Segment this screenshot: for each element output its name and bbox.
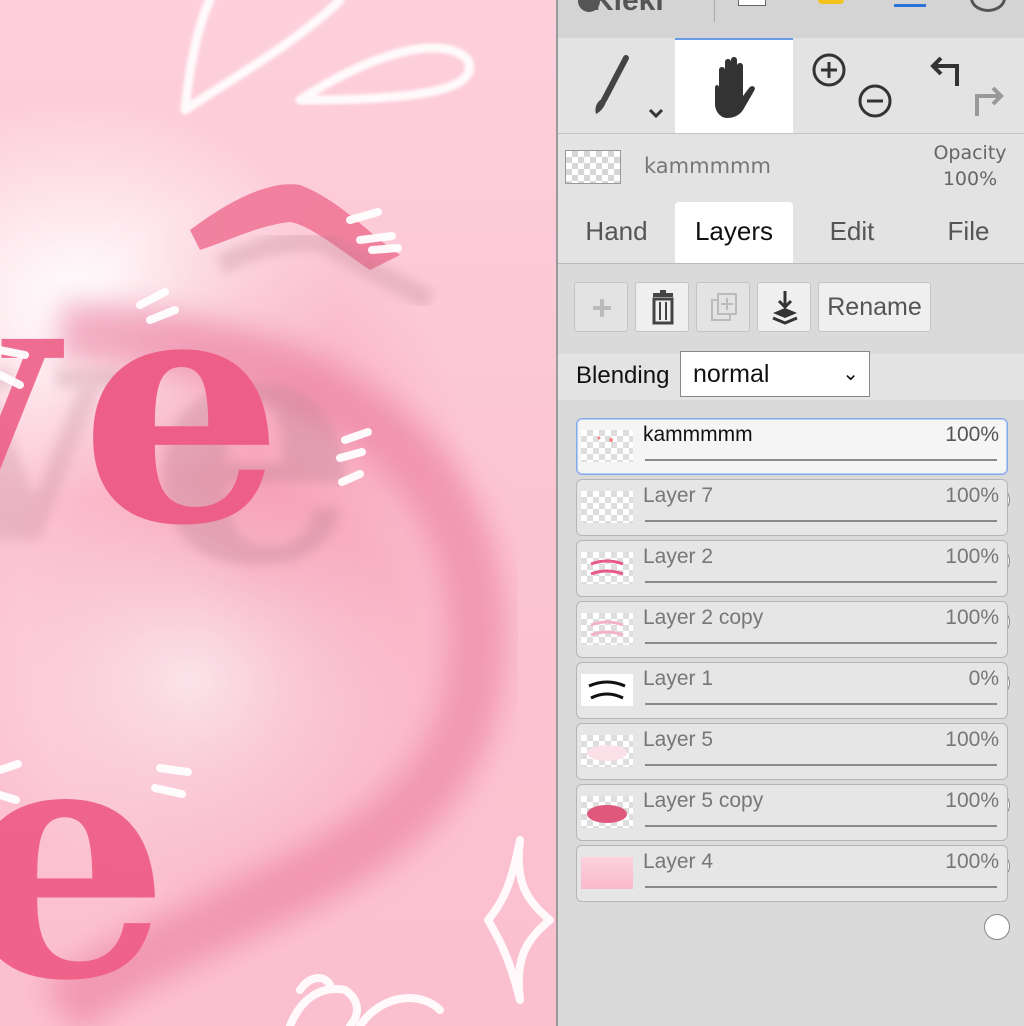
layer-thumbnail	[581, 491, 633, 523]
current-layer-name: kammmmm	[644, 154, 771, 178]
chevron-down-icon: ⌄	[842, 363, 859, 385]
layer-name: Layer 5 copy	[643, 789, 764, 812]
undo-redo-buttons[interactable]	[911, 38, 1024, 133]
current-layer-thumbnail	[565, 150, 621, 184]
svg-text:v: v	[0, 206, 65, 581]
tab-layers[interactable]: Layers	[675, 202, 793, 263]
layer-opacity-value: 100%	[945, 545, 999, 568]
layer-name: kammmmm	[643, 423, 753, 446]
layer-item[interactable]: Layer 7 100%	[576, 479, 1010, 574]
zoom-in-out-icon	[812, 53, 892, 118]
tab-hand[interactable]: Hand	[558, 202, 675, 263]
trash-icon	[652, 290, 674, 325]
layer-thumbnail	[581, 430, 633, 462]
drawing-canvas[interactable]: e v v e e	[0, 0, 556, 1026]
undo-redo-icon	[930, 56, 1004, 116]
layer-opacity-slider[interactable]	[645, 764, 1010, 818]
side-panel: Kleki kammmmm Opacity 100% Hand Layers E…	[556, 0, 1024, 1026]
layer-item[interactable]: Layer 4 100%	[576, 845, 1010, 940]
layer-opacity-value: 100%	[945, 850, 999, 873]
hand-tool-button[interactable]	[675, 38, 793, 133]
layer-thumbnail	[581, 857, 633, 889]
hand-icon	[715, 57, 755, 118]
divider	[714, 0, 715, 22]
layer-name: Layer 2	[643, 545, 714, 568]
tab-file[interactable]: File	[911, 202, 1024, 263]
import-icon[interactable]	[818, 0, 844, 4]
layer-item[interactable]: Layer 5 copy 100%	[576, 784, 1010, 879]
layer-thumbnail	[581, 735, 633, 767]
duplicate-layer-button[interactable]	[696, 282, 750, 332]
merge-down-button[interactable]	[757, 282, 811, 332]
layer-item[interactable]: Layer 1 0%	[576, 662, 1008, 757]
new-image-icon[interactable]	[738, 0, 766, 6]
layer-opacity-slider[interactable]	[645, 886, 1010, 940]
layer-opacity-value: 100%	[945, 606, 999, 629]
layer-thumbnail	[581, 613, 633, 645]
layer-opacity-slider[interactable]	[645, 825, 1010, 879]
plus-icon	[593, 299, 611, 317]
layer-name: Layer 2 copy	[643, 606, 764, 629]
merge-down-icon	[772, 291, 798, 325]
duplicate-icon	[711, 293, 737, 321]
layer-opacity-slider[interactable]	[645, 520, 1010, 574]
layer-opacity-slider[interactable]	[645, 642, 1010, 696]
layer-item[interactable]: kammmmm 100%	[576, 418, 1010, 513]
rename-layer-button[interactable]: Rename	[818, 282, 931, 332]
top-bar: Kleki	[558, 0, 1024, 39]
save-icon[interactable]	[894, 0, 926, 7]
brush-tool-button[interactable]	[558, 38, 673, 133]
brush-icon	[595, 55, 664, 119]
settings-icon[interactable]	[970, 0, 1006, 12]
layer-name: Layer 4	[643, 850, 714, 873]
layer-thumbnail	[581, 552, 633, 584]
tool-row	[558, 38, 1024, 134]
layer-opacity-slider[interactable]	[645, 459, 1010, 513]
current-layer-info: kammmmm Opacity 100%	[558, 134, 1024, 200]
layer-actions: Rename	[558, 264, 1024, 354]
layer-opacity-value: 100%	[945, 484, 999, 507]
panel-tabs: Hand Layers Edit File	[558, 200, 1024, 264]
svg-text:e: e	[0, 665, 170, 1026]
layer-name: Layer 1	[643, 667, 714, 690]
slider-knob[interactable]	[984, 914, 1010, 940]
layer-thumbnail	[581, 796, 633, 828]
layer-item[interactable]: Layer 2 100%	[576, 540, 1010, 635]
layer-thumbnail	[581, 674, 633, 706]
opacity-label: Opacity	[933, 142, 1007, 164]
add-layer-button[interactable]	[574, 282, 628, 332]
layer-opacity-value: 100%	[945, 789, 999, 812]
layer-item[interactable]: Layer 2 copy 100%	[576, 601, 1010, 696]
app-name: Kleki	[592, 0, 664, 17]
svg-text:e: e	[80, 221, 284, 596]
delete-layer-button[interactable]	[635, 282, 689, 332]
canvas-artwork: e v v e e	[0, 0, 554, 1026]
blending-label: Blending	[576, 362, 670, 389]
zoom-buttons[interactable]	[793, 38, 911, 133]
layer-opacity-value: 100%	[945, 423, 999, 446]
layer-opacity-slider[interactable]	[645, 581, 1010, 635]
layer-name: Layer 7	[643, 484, 714, 507]
layer-item[interactable]: Layer 5 100%	[576, 723, 1010, 818]
layer-opacity-slider[interactable]	[632, 703, 997, 757]
layer-list: kammmmm 100% Layer 7 100% Layer 2 100% L…	[558, 400, 1024, 1026]
blending-value: normal	[693, 360, 770, 388]
opacity-value[interactable]: 100%	[930, 168, 1010, 190]
blending-select[interactable]: normal ⌄	[680, 351, 870, 397]
layer-opacity-value: 0%	[968, 667, 999, 690]
layer-opacity-value: 100%	[945, 728, 999, 751]
tab-edit[interactable]: Edit	[793, 202, 911, 263]
layer-name: Layer 5	[643, 728, 714, 751]
chevron-down-icon	[648, 108, 664, 119]
